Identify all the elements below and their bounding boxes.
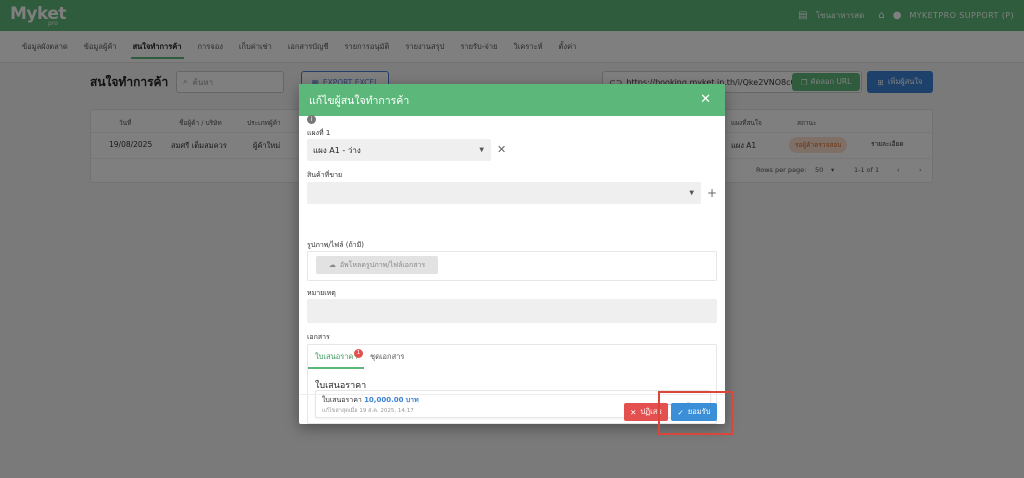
upload-button-label: อัพโหลดรูปภาพ/ไฟล์เอกสาร xyxy=(339,260,426,269)
stall-select-value: แผง A1 - ว่าง xyxy=(313,145,361,155)
edit-interested-dialog: แก้ไขผู้สนใจทำการค้า ✕ i แผงที่ 1 แผง A1… xyxy=(299,84,725,424)
documents-label: เอกสาร xyxy=(307,333,330,341)
highlight-box xyxy=(658,391,733,435)
caret-down-icon: ▼ xyxy=(689,189,694,197)
upload-label: รูปภาพ/ไฟล์ (ถ้ามี) xyxy=(307,241,364,249)
active-tab-indicator xyxy=(308,367,364,369)
stall-label: แผงที่ 1 xyxy=(307,129,331,137)
tab-quotation[interactable]: ใบเสนอราคา xyxy=(315,351,358,363)
cloud-upload-icon: ☁ xyxy=(328,261,336,269)
product-select[interactable]: ▼ xyxy=(307,182,701,204)
tab-quotation-badge: 1 xyxy=(354,349,363,358)
close-icon: ✕ xyxy=(630,407,637,417)
caret-down-icon: ▼ xyxy=(479,146,484,154)
note-label: หมายเหตุ xyxy=(307,289,336,297)
add-product-icon[interactable]: + xyxy=(707,186,717,200)
stall-select[interactable]: แผง A1 - ว่าง ▼ xyxy=(307,139,491,161)
info-icon: i xyxy=(307,115,316,124)
dialog-body: i แผงที่ 1 แผง A1 - ว่าง ▼ ✕ สินค้าที่ขา… xyxy=(299,115,725,424)
upload-area: ☁ อัพโหลดรูปภาพ/ไฟล์เอกสาร xyxy=(307,251,717,281)
upload-file-button[interactable]: ☁ อัพโหลดรูปภาพ/ไฟล์เอกสาร xyxy=(316,256,438,274)
dialog-title: แก้ไขผู้สนใจทำการค้า xyxy=(309,94,410,107)
tab-document-set[interactable]: ชุดเอกสาร xyxy=(370,351,404,363)
close-icon[interactable]: ✕ xyxy=(700,92,711,107)
note-input[interactable] xyxy=(307,299,717,323)
clear-stall-icon[interactable]: ✕ xyxy=(497,143,506,156)
dialog-header: แก้ไขผู้สนใจทำการค้า xyxy=(299,84,725,116)
product-label: สินค้าที่ขาย xyxy=(307,171,343,179)
